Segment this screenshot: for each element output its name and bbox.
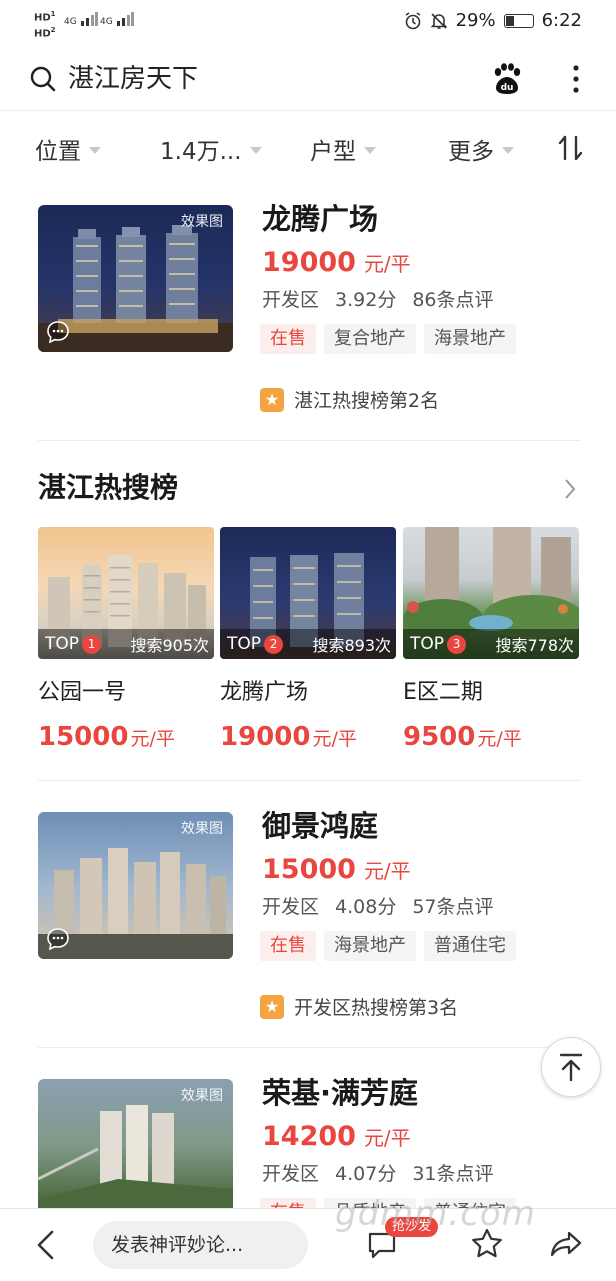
listing-title[interactable]: 荣基·满芳庭 (262, 1076, 418, 1110)
listing-image[interactable]: 效果图 (38, 812, 233, 959)
tag: 海景地产 (324, 931, 416, 961)
chevron-down-icon (502, 146, 514, 154)
chevron-right-icon[interactable] (562, 476, 578, 502)
divider (38, 1047, 580, 1048)
listing-price: 15000 元/平 (262, 854, 411, 885)
review-count: 57条点评 (412, 896, 494, 918)
image-badge: 效果图 (181, 821, 223, 837)
image-badge: 效果图 (181, 1088, 223, 1104)
listing-card[interactable]: 效果图 龙腾广场 19000 元/平 开发区 3.92分 86条点评 在售 复合地产 … (0, 190, 616, 440)
score: 3.92分 (335, 289, 397, 311)
hot-item-price: 19000 元/平 (220, 722, 357, 752)
listing-meta: 开发区 3.92分 86条点评 (262, 286, 510, 314)
hot-section-title[interactable]: 湛江热搜榜 (38, 470, 178, 506)
hot-item-image[interactable]: TOP 2 搜索893次 (220, 527, 396, 659)
filter-layout[interactable]: 户型 (310, 132, 376, 166)
listing-price: 19000 元/平 (262, 247, 411, 278)
rank-line[interactable]: ★ 开发区热搜榜第3名 (260, 993, 458, 1020)
listing-title[interactable]: 龙腾广场 (262, 202, 378, 236)
more-vertical-icon[interactable] (566, 62, 586, 96)
review-count: 31条点评 (412, 1163, 494, 1185)
chat-bubble-icon[interactable] (46, 320, 70, 344)
search-icon[interactable] (30, 66, 56, 92)
sim-indicators: HD1 HD2 (34, 10, 56, 40)
hot-item-image[interactable]: TOP 3 搜索778次 (403, 527, 579, 659)
divider (38, 780, 580, 781)
divider (38, 440, 580, 441)
image-badge: 效果图 (181, 214, 223, 230)
tag-list: 在售 复合地产 海景地产 (260, 324, 516, 354)
tag: 海景地产 (424, 324, 516, 354)
search-count: 搜索893次 (312, 636, 391, 655)
score: 4.08分 (335, 896, 397, 918)
svg-text:du: du (501, 83, 514, 93)
hot-item-name[interactable]: 龙腾广场 (220, 678, 308, 708)
hot-item-overlay: TOP 3 搜索778次 (403, 629, 579, 659)
district: 开发区 (262, 896, 320, 918)
arrow-up-icon (559, 1053, 583, 1082)
chevron-down-icon (364, 146, 376, 154)
listing-meta: 开发区 4.08分 57条点评 (262, 893, 510, 921)
mute-bell-icon (430, 12, 447, 29)
hot-item-price: 15000 元/平 (38, 722, 175, 752)
comment-input[interactable]: 发表神评妙论... (93, 1221, 308, 1269)
tag: 复合地产 (324, 324, 416, 354)
search-query[interactable]: 湛江房天下 (68, 62, 198, 96)
chevron-down-icon (89, 146, 101, 154)
listing-price: 14200 元/平 (262, 1121, 411, 1152)
star-badge-icon: ★ (260, 387, 284, 412)
filter-location[interactable]: 位置 (35, 132, 101, 166)
listing-card[interactable]: 效果图 御景鸿庭 15000 元/平 开发区 4.08分 57条点评 在售 海景地产 … (0, 797, 616, 1047)
tag-sale: 在售 (260, 1198, 316, 1208)
listing-title[interactable]: 御景鸿庭 (262, 809, 378, 843)
filter-price[interactable]: 1.4万... (160, 132, 262, 166)
rank-text: 开发区热搜榜第3名 (294, 997, 459, 1019)
search-count: 搜索905次 (130, 636, 209, 655)
listing-meta: 开发区 4.07分 31条点评 (262, 1160, 510, 1188)
status-bar: HD1 HD2 4G 4G 29% 6:22 (0, 0, 616, 44)
hot-item-price: 9500 元/平 (403, 722, 522, 752)
hot-item-name[interactable]: E区二期 (403, 678, 483, 708)
filter-bar: 位置 1.4万... 户型 更多 (0, 112, 616, 184)
hot-item-image[interactable]: TOP 1 搜索905次 (38, 527, 214, 659)
hot-item-overlay: TOP 1 搜索905次 (38, 629, 214, 659)
chevron-down-icon (249, 146, 262, 154)
tag-sale: 在售 (260, 931, 316, 961)
rank-text: 湛江热搜榜第2名 (294, 390, 440, 412)
rank-line[interactable]: ★ 湛江热搜榜第2名 (260, 386, 439, 413)
status-right: 29% 6:22 (404, 10, 582, 31)
review-count: 86条点评 (412, 289, 494, 311)
hot-item-overlay: TOP 2 搜索893次 (220, 629, 396, 659)
baidu-paw-icon[interactable]: du (490, 62, 524, 96)
listing-card[interactable]: 效果图 荣基·满芳庭 14200元/平 开发区4.07分31条点评 在售 品质地… (0, 1064, 616, 1208)
tag: 普通住宅 (424, 931, 516, 961)
tag-list: 在售 海景地产 普通住宅 (260, 931, 516, 961)
star-badge-icon: ★ (260, 994, 284, 1019)
district: 开发区 (262, 289, 320, 311)
listing-image[interactable]: 效果图 (38, 205, 233, 352)
search-count: 搜索778次 (495, 636, 574, 655)
signal-icon-2: 4G (100, 12, 134, 27)
battery-percent: 29% (455, 10, 496, 31)
score: 4.07分 (335, 1163, 397, 1185)
back-to-top-button[interactable] (541, 1037, 601, 1097)
signal-icon-1: 4G (64, 12, 98, 27)
hot-item-name[interactable]: 公园一号 (38, 678, 126, 708)
tag-sale: 在售 (260, 324, 316, 354)
rank-number: 3 (447, 634, 467, 654)
listing-image[interactable]: 效果图 (38, 1079, 233, 1208)
share-icon[interactable] (549, 1227, 583, 1261)
clock: 6:22 (541, 10, 582, 31)
rank-number: 2 (264, 634, 284, 654)
search-bar[interactable]: 湛江房天下 du (0, 48, 616, 111)
battery-icon (503, 13, 534, 28)
rank-number: 1 (82, 634, 102, 654)
chat-bubble-icon[interactable] (46, 927, 70, 951)
district: 开发区 (262, 1163, 320, 1185)
back-arrow-icon[interactable] (34, 1229, 58, 1261)
alarm-icon (405, 11, 421, 29)
watermark: gdmm.com (335, 1194, 536, 1234)
filter-more[interactable]: 更多 (448, 132, 514, 166)
sort-icon[interactable] (558, 134, 584, 162)
